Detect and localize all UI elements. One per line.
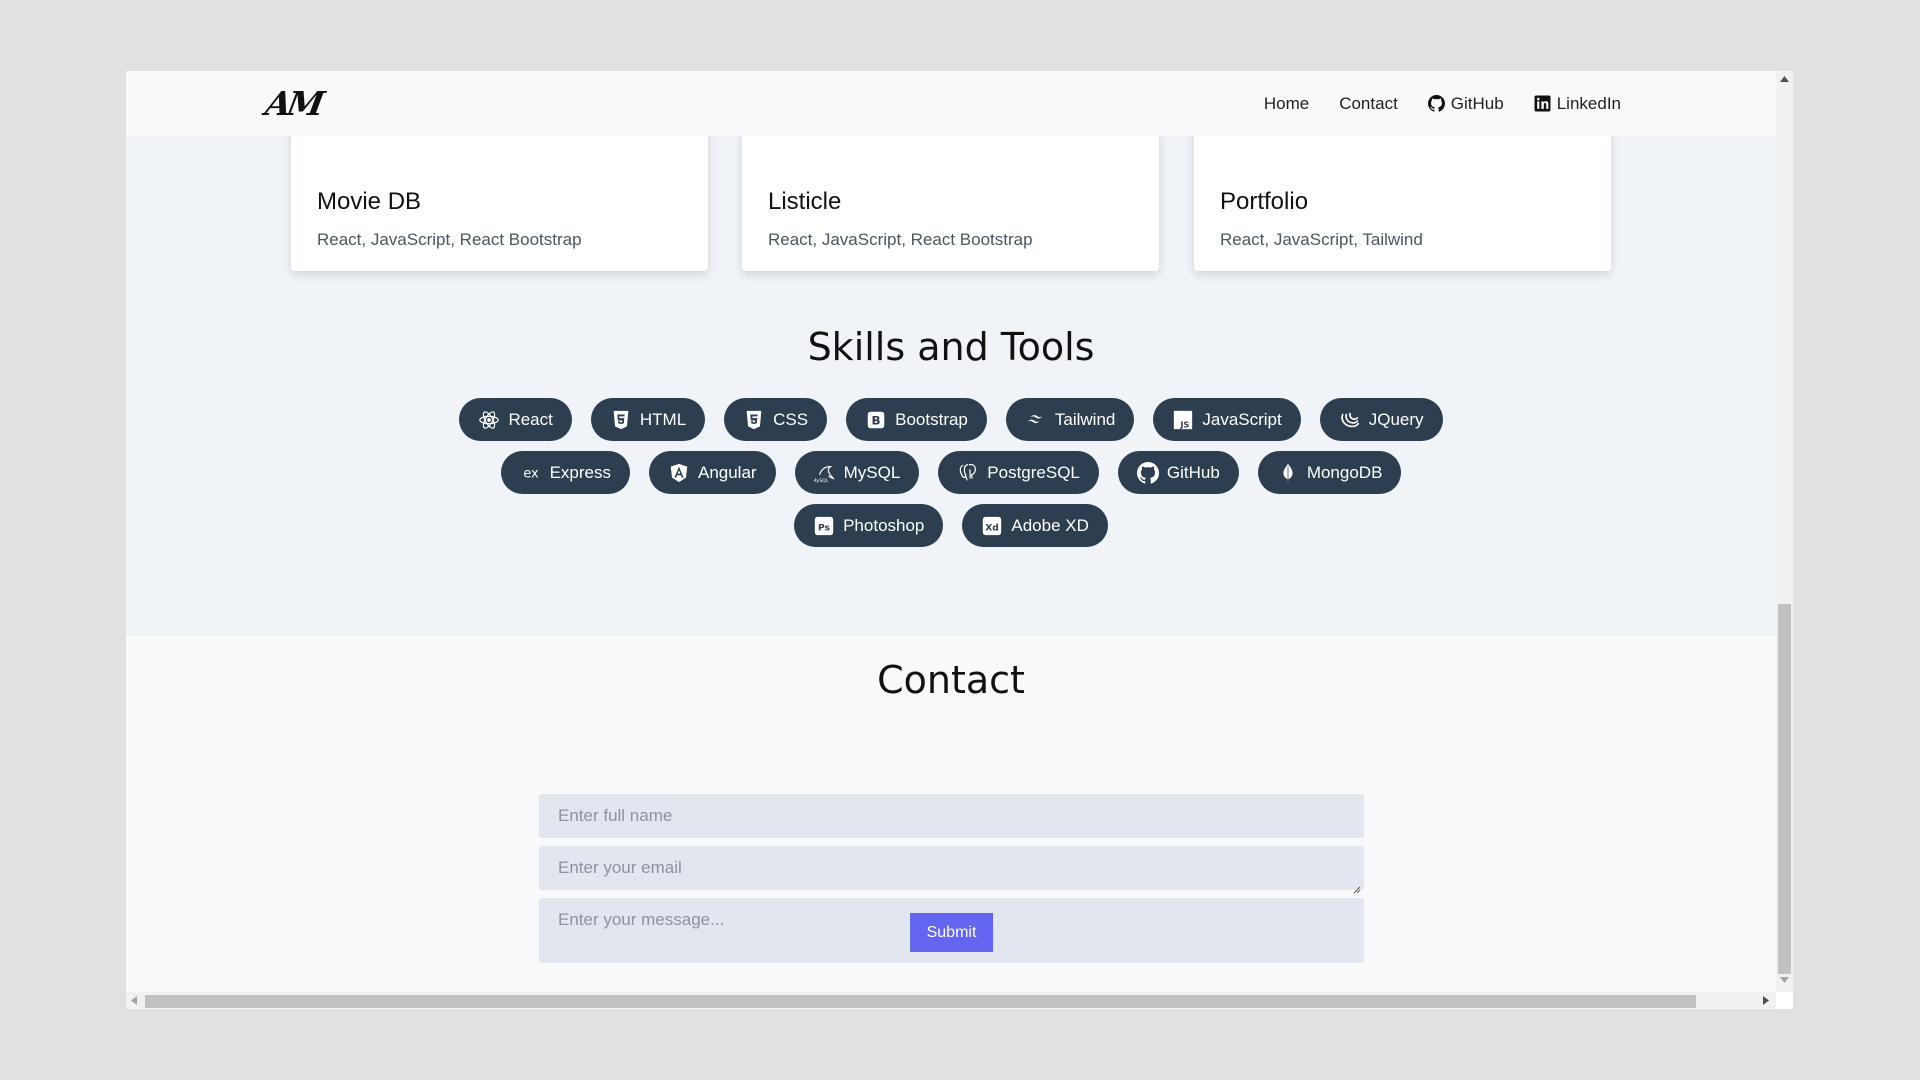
- skill-github[interactable]: GitHub: [1117, 451, 1239, 494]
- project-title: Listicle: [768, 188, 842, 215]
- github-icon: [1427, 95, 1445, 112]
- nav-link-github[interactable]: GitHub: [1427, 93, 1504, 114]
- svg-text:JS: JS: [1180, 419, 1190, 429]
- scroll-up-arrow-icon[interactable]: [1780, 76, 1789, 82]
- nav-link-label: LinkedIn: [1556, 93, 1621, 113]
- svg-text:ex: ex: [523, 466, 539, 481]
- skill-mongodb[interactable]: MongoDB: [1257, 451, 1402, 494]
- submit-button[interactable]: Submit: [910, 913, 993, 952]
- skills-title: Skills and Tools: [807, 325, 1095, 369]
- project-card[interactable]: Listicle React, JavaScript, React Bootst…: [742, 126, 1159, 271]
- skill-label: React: [508, 409, 553, 429]
- github-icon: [1136, 461, 1159, 483]
- skill-mysql[interactable]: MySQL MySQL: [794, 451, 920, 494]
- nav-link-label: GitHub: [1450, 93, 1504, 113]
- photoshop-icon: Ps: [814, 516, 834, 535]
- linkedin-icon: [1534, 95, 1551, 112]
- skill-label: CSS: [773, 409, 809, 429]
- vertical-scrollbar[interactable]: [1776, 71, 1793, 992]
- jquery-icon: [1341, 412, 1359, 427]
- site-logo[interactable]: AM: [263, 84, 324, 123]
- skill-express[interactable]: ex Express: [500, 451, 630, 494]
- mysql-icon: MySQL: [814, 465, 835, 484]
- skill-html[interactable]: HTML: [590, 398, 706, 441]
- nav-link-home[interactable]: Home: [1264, 94, 1309, 114]
- horizontal-scrollbar-thumb[interactable]: [145, 995, 1696, 1008]
- project-tags: React, JavaScript, React Bootstrap: [768, 230, 1033, 249]
- project-card[interactable]: Movie DB React, JavaScript, React Bootst…: [291, 126, 708, 271]
- javascript-icon: JS: [1174, 410, 1193, 429]
- nav-link-contact[interactable]: Contact: [1339, 94, 1398, 114]
- skill-label: GitHub: [1166, 462, 1220, 482]
- skill-label: HTML: [639, 409, 687, 429]
- vertical-scrollbar-thumb[interactable]: [1778, 604, 1791, 974]
- skill-photoshop[interactable]: Ps Photoshop: [794, 504, 944, 547]
- email-input[interactable]: [539, 846, 1364, 890]
- project-tags: React, JavaScript, Tailwind: [1220, 230, 1423, 249]
- page-viewport: Movie DB React, JavaScript, React Bootst…: [126, 71, 1776, 992]
- skill-label: Angular: [697, 462, 757, 482]
- nav-link-label: Home: [1263, 93, 1310, 113]
- browser-window: Movie DB React, JavaScript, React Bootst…: [126, 71, 1793, 1009]
- skill-label: Adobe XD: [1011, 515, 1089, 535]
- skill-tailwind[interactable]: Tailwind: [1005, 398, 1135, 441]
- skill-react[interactable]: React: [459, 398, 572, 441]
- adobe-xd-icon: Xd: [983, 516, 1002, 535]
- navbar: AM Home Contact GitHub LinkedIn: [126, 71, 1776, 136]
- skill-label: Photoshop: [843, 515, 925, 535]
- skill-bootstrap[interactable]: B Bootstrap: [846, 398, 987, 441]
- mongodb-icon: [1283, 463, 1293, 482]
- nav-link-label: Contact: [1339, 93, 1398, 113]
- contact-section: Contact Submit: [126, 636, 1776, 992]
- skill-label: MongoDB: [1306, 462, 1383, 482]
- skill-css[interactable]: CSS: [724, 398, 828, 441]
- project-title: Portfolio: [1220, 188, 1309, 215]
- scrollbar-corner: [1776, 992, 1793, 1009]
- nav-link-linkedin[interactable]: LinkedIn: [1534, 94, 1621, 114]
- project-tags: React, JavaScript, React Bootstrap: [317, 230, 582, 249]
- css3-icon: [746, 410, 762, 429]
- skill-jquery[interactable]: JQuery: [1319, 398, 1443, 441]
- scroll-down-arrow-icon[interactable]: [1780, 977, 1789, 983]
- scroll-right-arrow-icon[interactable]: [1763, 996, 1769, 1005]
- skill-javascript[interactable]: JS JavaScript: [1153, 398, 1301, 441]
- contact-title: Contact: [877, 658, 1025, 702]
- svg-text:B: B: [872, 413, 881, 427]
- skill-label: PostgreSQL: [987, 462, 1080, 482]
- angular-icon: [670, 463, 688, 482]
- react-icon: [479, 410, 500, 429]
- svg-text:Xd: Xd: [986, 522, 1000, 533]
- svg-text:MySQL: MySQL: [814, 478, 829, 484]
- skill-label: Express: [549, 462, 611, 482]
- postgresql-icon: [960, 463, 977, 480]
- skill-adobe-xd[interactable]: Xd Adobe XD: [962, 504, 1108, 547]
- skill-label: JavaScript: [1202, 409, 1282, 429]
- skill-postgresql[interactable]: PostgreSQL: [938, 451, 1099, 494]
- html5-icon: [613, 410, 629, 429]
- full-name-input[interactable]: [539, 794, 1364, 838]
- svg-text:Ps: Ps: [818, 522, 831, 533]
- project-card[interactable]: Portfolio React, JavaScript, Tailwind: [1194, 126, 1611, 271]
- resize-grip-icon[interactable]: [1351, 884, 1361, 894]
- skill-angular[interactable]: Angular: [648, 451, 776, 494]
- skill-label: Tailwind: [1054, 409, 1116, 429]
- skill-label: JQuery: [1368, 409, 1424, 429]
- scroll-left-arrow-icon[interactable]: [131, 996, 137, 1005]
- horizontal-scrollbar[interactable]: [126, 992, 1776, 1009]
- nav-links: Home Contact GitHub LinkedIn: [1264, 71, 1621, 136]
- express-icon: ex: [523, 466, 539, 481]
- bootstrap-icon: B: [867, 411, 885, 428]
- tailwind-icon: [1027, 414, 1043, 423]
- skills-list: React HTML CSS B Bootstrap Tailwind JS J…: [126, 398, 1776, 557]
- project-title: Movie DB: [317, 188, 422, 215]
- skill-label: MySQL: [843, 462, 901, 482]
- skill-label: Bootstrap: [895, 409, 968, 429]
